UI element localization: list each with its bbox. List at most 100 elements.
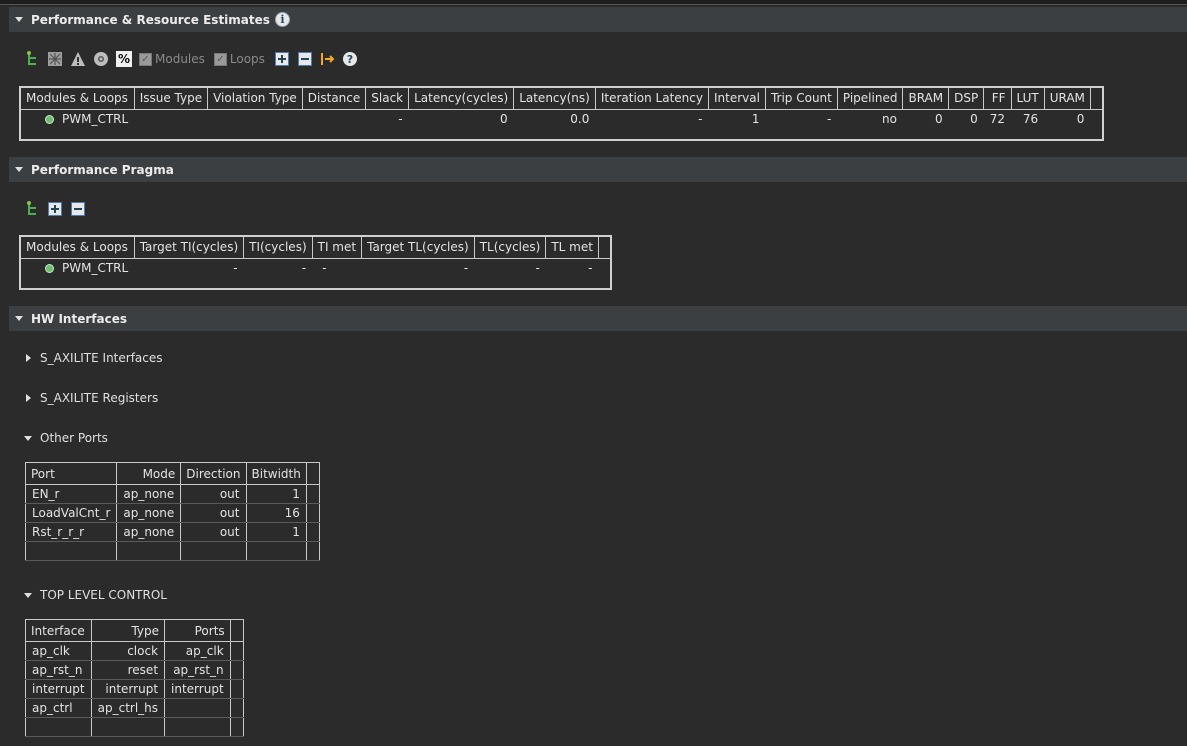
col-mode[interactable]: Mode	[116, 462, 182, 485]
collapse-all-icon[interactable]	[70, 201, 86, 217]
col-tl[interactable]: TL(cycles)	[474, 236, 547, 259]
col-bitwidth[interactable]: Bitwidth	[246, 462, 307, 485]
table-row[interactable]: ap_clk clock ap_clk	[25, 641, 244, 661]
col-ff[interactable]: FF	[983, 87, 1012, 110]
pragma-toolbar	[24, 201, 93, 217]
col-type[interactable]: Type	[91, 619, 166, 642]
other-ports-table: Port Mode Direction Bitwidth EN_r ap_none…	[25, 462, 320, 561]
section-hw-interfaces[interactable]: HW Interfaces	[9, 306, 1187, 331]
cell-mode: ap_none	[116, 522, 182, 542]
col-direction[interactable]: Direction	[180, 462, 247, 485]
expand-arrow-icon[interactable]	[26, 354, 31, 362]
cell-port: LoadValCnt_r	[25, 503, 118, 523]
info-icon[interactable]: i	[274, 12, 290, 27]
cell-filler	[230, 698, 244, 718]
col-slack[interactable]: Slack	[365, 87, 410, 110]
col-violation-type[interactable]: Violation Type	[207, 87, 303, 110]
table-row[interactable]: ap_ctrl ap_ctrl_hs	[25, 698, 244, 718]
tree-icon[interactable]	[24, 51, 40, 67]
collapse-arrow-icon[interactable]	[15, 17, 23, 22]
resource-icon[interactable]	[47, 51, 63, 67]
collapse-arrow-icon[interactable]	[24, 435, 32, 441]
table-row[interactable]: PWM_CTRL - - - - - -	[20, 258, 611, 289]
col-ports[interactable]: Ports	[164, 619, 231, 642]
cell-type: clock	[91, 641, 166, 661]
col-latency-cycles[interactable]: Latency(cycles)	[408, 87, 515, 110]
cell-mode: ap_none	[116, 503, 182, 523]
expand-all-icon[interactable]	[47, 201, 63, 217]
col-port[interactable]: Port	[25, 462, 118, 485]
gear-icon[interactable]	[93, 51, 109, 67]
subsection-s-axilite-interfaces[interactable]: S_AXILITE Interfaces	[26, 351, 163, 365]
subsection-s-axilite-registers[interactable]: S_AXILITE Registers	[26, 391, 158, 405]
help-icon[interactable]: ?	[342, 52, 357, 66]
col-iteration-latency[interactable]: Iteration Latency	[595, 87, 710, 110]
section-perf-estimates[interactable]: Performance & Resource Estimates i	[9, 7, 1187, 32]
cell-interface: ap_clk	[25, 641, 92, 661]
cell-direction: out	[180, 484, 247, 504]
table-row[interactable]: EN_r ap_none out 1	[25, 484, 320, 504]
col-modules-loops[interactable]: Modules & Loops	[20, 87, 135, 110]
modules-label: Modules	[155, 52, 205, 66]
cell-latency-cycles: 0	[500, 111, 508, 126]
module-name: PWM_CTRL	[62, 111, 129, 126]
cell-ports: ap_clk	[164, 641, 231, 661]
col-dsp[interactable]: DSP	[948, 87, 985, 110]
table-row[interactable]: ap_rst_n reset ap_rst_n	[25, 660, 244, 680]
col-interval[interactable]: Interval	[708, 87, 766, 110]
col-ti[interactable]: TI(cycles)	[243, 236, 313, 259]
col-trip-count[interactable]: Trip Count	[765, 87, 838, 110]
cell-filler	[598, 258, 611, 289]
col-target-tl[interactable]: Target TL(cycles)	[361, 236, 475, 259]
col-tl-met[interactable]: TL met	[545, 236, 599, 259]
table-row[interactable]: interrupt interrupt interrupt	[25, 679, 244, 699]
expand-arrow-icon[interactable]	[26, 394, 31, 402]
col-modules-loops[interactable]: Modules & Loops	[20, 236, 135, 259]
loops-checkbox[interactable]: ✓ Loops	[213, 52, 265, 66]
cell-port	[25, 541, 118, 561]
collapse-all-icon[interactable]	[297, 51, 313, 67]
subsection-top-level-control[interactable]: TOP LEVEL CONTROL	[24, 588, 167, 602]
col-pipelined[interactable]: Pipelined	[837, 87, 904, 110]
col-ti-met[interactable]: TI met	[312, 236, 363, 259]
modules-checkbox[interactable]: ✓ Modules	[139, 52, 205, 66]
table-row[interactable]	[25, 717, 244, 737]
col-issue-type[interactable]: Issue Type	[134, 87, 209, 110]
cell-distance	[302, 109, 365, 140]
table-row[interactable]: Rst_r_r_r ap_none out 1	[25, 522, 320, 542]
cell-trip-count: -	[827, 111, 832, 126]
tree-icon[interactable]	[24, 201, 40, 217]
collapse-arrow-icon[interactable]	[15, 316, 23, 321]
subsection-other-ports[interactable]: Other Ports	[24, 431, 108, 445]
col-filler	[306, 462, 320, 485]
window-top-edge	[0, 0, 1187, 5]
col-distance[interactable]: Distance	[302, 87, 367, 110]
cell-filler	[230, 717, 244, 737]
col-target-ti[interactable]: Target TI(cycles)	[134, 236, 245, 259]
cell-type	[91, 717, 166, 737]
table-header-row: Port Mode Direction Bitwidth	[25, 462, 320, 485]
table-row[interactable]: PWM_CTRL - 0 0.0 - 1 - no 0 0 72 76 0	[20, 109, 1103, 140]
col-uram[interactable]: URAM	[1044, 87, 1091, 110]
table-row[interactable]	[25, 541, 320, 561]
cell-filler	[306, 541, 320, 561]
expand-all-icon[interactable]	[274, 51, 290, 67]
section-title: Performance & Resource Estimates	[31, 12, 270, 27]
col-interface[interactable]: Interface	[25, 619, 92, 642]
col-latency-ns[interactable]: Latency(ns)	[513, 87, 596, 110]
goto-source-icon[interactable]	[320, 51, 336, 67]
table-row[interactable]: LoadValCnt_r ap_none out 16	[25, 503, 320, 523]
section-perf-pragma[interactable]: Performance Pragma	[9, 157, 1187, 182]
percent-icon[interactable]: %	[116, 51, 132, 67]
cell-interface: ap_rst_n	[25, 660, 92, 680]
cell-bitwidth: 1	[246, 522, 307, 542]
top-level-control-table: Interface Type Ports ap_clk clock ap_clk a…	[25, 619, 244, 737]
cell-bitwidth	[246, 541, 307, 561]
collapse-arrow-icon[interactable]	[15, 167, 23, 172]
cell-bitwidth: 16	[246, 503, 307, 523]
warning-icon[interactable]	[70, 51, 86, 67]
col-lut[interactable]: LUT	[1011, 87, 1045, 110]
cell-direction: out	[180, 522, 247, 542]
col-bram[interactable]: BRAM	[902, 87, 950, 110]
collapse-arrow-icon[interactable]	[24, 592, 32, 598]
